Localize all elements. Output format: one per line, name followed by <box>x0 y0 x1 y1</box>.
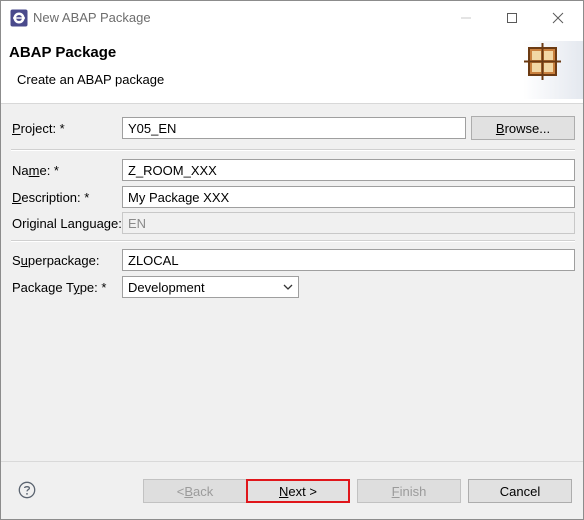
cancel-button[interactable]: Cancel <box>468 479 572 503</box>
description-label: Description: * <box>12 190 90 205</box>
project-label: Project: * <box>12 121 65 136</box>
footer-divider <box>1 461 583 462</box>
description-field[interactable]: My Package XXX <box>122 186 575 208</box>
separator <box>11 149 575 151</box>
banner-title: ABAP Package <box>9 44 117 61</box>
title-bar: New ABAP Package <box>1 1 583 35</box>
package-type-label: Package Type: * <box>12 280 107 295</box>
maximize-button[interactable] <box>489 1 535 35</box>
window-title: New ABAP Package <box>33 10 151 25</box>
name-label: Name: * <box>12 163 59 178</box>
back-button[interactable]: < Back <box>143 479 247 503</box>
separator <box>11 240 575 242</box>
banner-subtitle: Create an ABAP package <box>17 72 165 87</box>
original-language-label: Original Language: <box>12 216 122 231</box>
close-button[interactable] <box>535 1 581 35</box>
chevron-down-icon <box>283 284 293 290</box>
close-icon <box>552 12 564 24</box>
superpackage-field[interactable]: ZLOCAL <box>122 249 575 271</box>
minimize-icon <box>461 17 471 19</box>
superpackage-label: Superpackage: <box>12 253 100 268</box>
browse-button[interactable]: Browse... <box>471 116 575 140</box>
original-language-field: EN <box>122 212 575 234</box>
next-button[interactable]: Next > <box>246 479 350 503</box>
dialog-window: New ABAP Package ABAP Package Create an … <box>0 0 584 520</box>
package-wizard-icon <box>523 41 583 99</box>
package-type-select[interactable]: Development <box>122 276 299 298</box>
name-field[interactable]: Z_ROOM_XXX <box>122 159 575 181</box>
minimize-button[interactable] <box>443 1 489 35</box>
finish-button[interactable]: Finish <box>357 479 461 503</box>
maximize-icon <box>507 13 517 23</box>
eclipse-app-icon <box>10 9 28 27</box>
help-icon[interactable] <box>18 481 36 499</box>
project-field[interactable]: Y05_EN <box>122 117 466 139</box>
wizard-banner: ABAP Package Create an ABAP package <box>1 35 583 104</box>
